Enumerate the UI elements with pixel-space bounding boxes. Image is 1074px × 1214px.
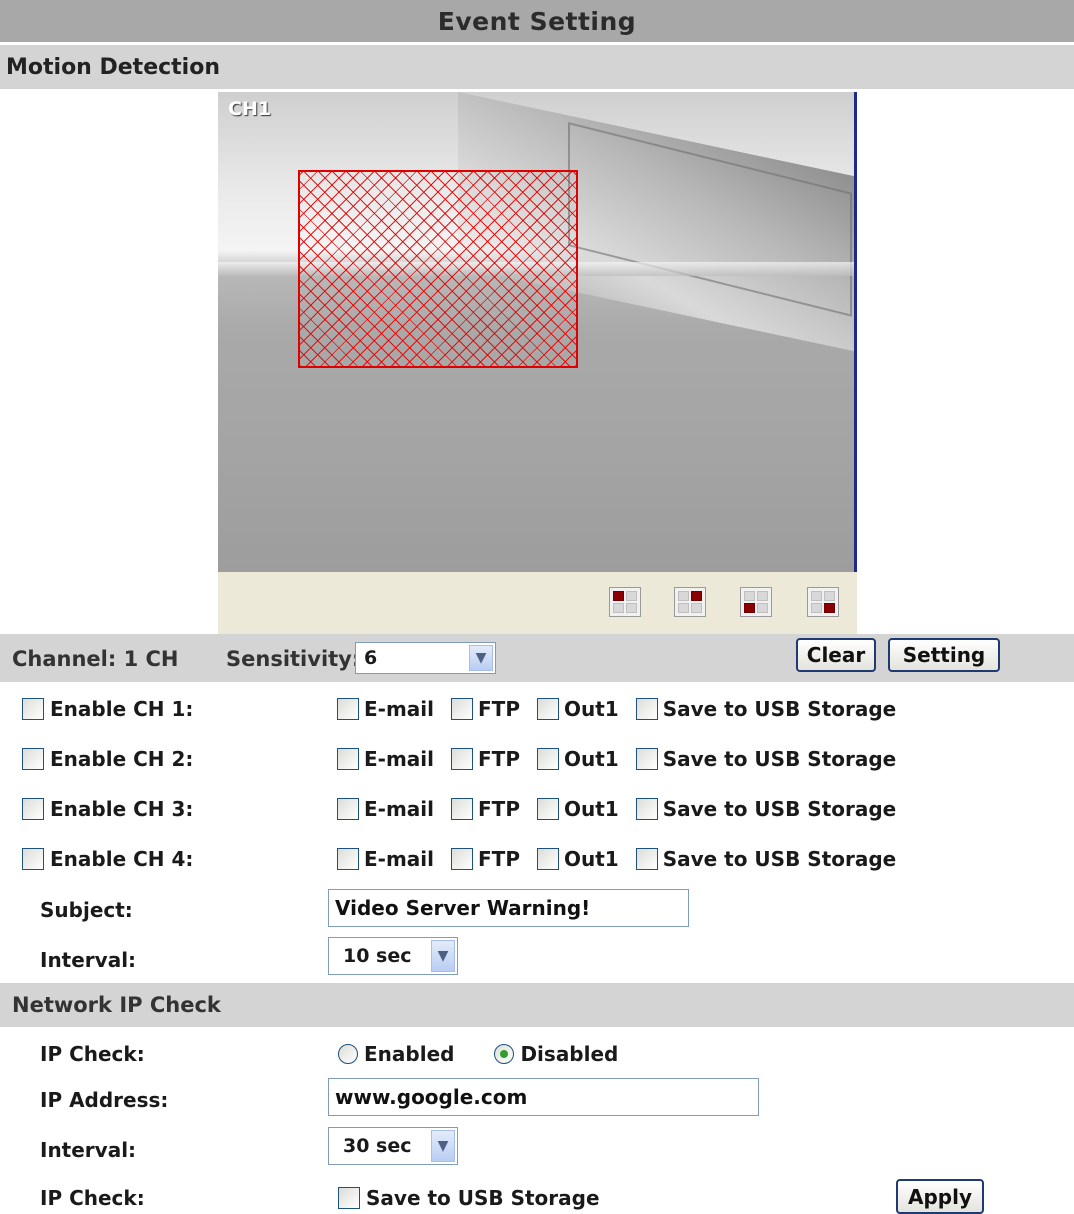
enabled-radio[interactable] [338, 1044, 358, 1064]
usb-ch3-checkbox[interactable] [635, 798, 658, 820]
interval-select[interactable]: 10 sec ▼ [328, 937, 458, 975]
clear-button[interactable]: Clear [796, 638, 876, 672]
out1-ch1-label: Out1 [563, 697, 619, 721]
chevron-down-icon[interactable]: ▼ [469, 645, 493, 671]
ftp-ch3-checkbox[interactable] [451, 798, 474, 820]
enable-ch4-label: Enable CH 4: [50, 847, 194, 871]
ftp-ch1-label: FTP [478, 697, 520, 721]
network-ip-check-header: Network IP Check [0, 983, 1074, 1027]
subject-input[interactable]: Video Server Warning! [328, 889, 689, 927]
ftp-ch2-checkbox[interactable] [451, 748, 474, 770]
channel-row-2: Enable CH 2: [22, 747, 193, 771]
page-title: Event Setting [0, 0, 1074, 42]
ip-check-options: Enabled Disabled [338, 1042, 618, 1066]
sensitivity-select[interactable]: 6 ▼ [355, 642, 496, 674]
motion-detection-title: Motion Detection [6, 54, 220, 80]
email-ch4-checkbox[interactable] [337, 848, 359, 870]
disabled-label: Disabled [520, 1042, 619, 1066]
out1-ch4-label: Out1 [563, 847, 619, 871]
chevron-down-icon[interactable]: ▼ [431, 1130, 455, 1162]
ftp-ch4-checkbox[interactable] [451, 848, 474, 870]
channel-row-4-actions: E-mail FTP Out1 Save to USB Storage [337, 847, 896, 871]
usb-ch1-label: Save to USB Storage [662, 697, 897, 721]
apply-button[interactable]: Apply [896, 1179, 984, 1214]
network-interval-select[interactable]: 30 sec ▼ [328, 1127, 458, 1165]
network-interval-label: Interval: [40, 1138, 137, 1162]
usb-ch1-checkbox[interactable] [635, 698, 658, 720]
usb-ch4-checkbox[interactable] [635, 848, 658, 870]
ftp-ch2-label: FTP [478, 747, 520, 771]
out1-ch2-checkbox[interactable] [536, 748, 559, 770]
ip-address-input[interactable]: www.google.com [328, 1078, 759, 1116]
ftp-ch3-label: FTP [478, 797, 520, 821]
quadrant-bottom-right-button[interactable] [807, 587, 839, 617]
interval-label: Interval: [40, 948, 137, 972]
subject-label: Subject: [40, 898, 133, 922]
email-ch4-label: E-mail [364, 847, 435, 871]
email-ch3-checkbox[interactable] [337, 798, 359, 820]
motion-detection-area[interactable] [298, 170, 578, 368]
out1-ch2-label: Out1 [563, 747, 619, 771]
ip-check-usb-label: IP Check: [40, 1186, 145, 1210]
quadrant-bottom-left-button[interactable] [740, 587, 772, 617]
radio-selected-dot [500, 1050, 509, 1058]
page-title-text: Event Setting [437, 6, 637, 36]
quadrant-top-right-button[interactable] [674, 587, 706, 617]
out1-ch4-checkbox[interactable] [536, 848, 559, 870]
usb-ch3-label: Save to USB Storage [662, 797, 897, 821]
channel-row-2-actions: E-mail FTP Out1 Save to USB Storage [337, 747, 896, 771]
channel-row-3: Enable CH 3: [22, 797, 193, 821]
sensitivity-value: 6 [364, 647, 378, 669]
enable-ch3-label: Enable CH 3: [50, 797, 194, 821]
quadrant-top-left-button[interactable] [609, 587, 641, 617]
usb-ch2-checkbox[interactable] [635, 748, 658, 770]
out1-ch3-label: Out1 [563, 797, 619, 821]
enable-ch1-label: Enable CH 1: [50, 697, 194, 721]
enable-ch2-checkbox[interactable] [22, 748, 44, 770]
email-ch2-label: E-mail [364, 747, 435, 771]
usb-ch4-label: Save to USB Storage [662, 847, 897, 871]
channel-row-1: Enable CH 1: [22, 697, 193, 721]
out1-ch3-checkbox[interactable] [536, 798, 559, 820]
ftp-ch4-label: FTP [478, 847, 520, 871]
video-preview[interactable]: CH1 [218, 92, 857, 572]
ip-check-usb-checkbox[interactable] [338, 1187, 360, 1209]
motion-detection-header: Motion Detection [0, 45, 1074, 89]
sensitivity-label: Sensitivity: [226, 647, 361, 671]
network-interval-value: 30 sec [343, 1135, 412, 1157]
channel-row-1-actions: E-mail FTP Out1 Save to USB Storage [337, 697, 896, 721]
video-channel-label: CH1 [228, 98, 272, 120]
out1-ch1-checkbox[interactable] [536, 698, 559, 720]
email-ch3-label: E-mail [364, 797, 435, 821]
channel-row-4: Enable CH 4: [22, 847, 193, 871]
ftp-ch1-checkbox[interactable] [451, 698, 474, 720]
chevron-down-icon[interactable]: ▼ [431, 940, 455, 972]
enabled-label: Enabled [364, 1042, 455, 1066]
enable-ch1-checkbox[interactable] [22, 698, 44, 720]
interval-value: 10 sec [343, 945, 412, 967]
email-ch2-checkbox[interactable] [337, 748, 359, 770]
ip-check-usb-text: Save to USB Storage [366, 1186, 600, 1210]
channel-toolbar: Channel: 1 CH Sensitivity: 6 ▼ Clear Set… [0, 634, 1074, 682]
disabled-radio[interactable] [494, 1044, 515, 1064]
channel-label: Channel: 1 CH [12, 647, 179, 671]
ip-check-usb-option: Save to USB Storage [338, 1186, 600, 1210]
enable-ch3-checkbox[interactable] [22, 798, 44, 820]
enable-ch4-checkbox[interactable] [22, 848, 44, 870]
email-ch1-label: E-mail [364, 697, 435, 721]
enable-ch2-label: Enable CH 2: [50, 747, 194, 771]
quadrant-toolbar [218, 572, 857, 634]
ip-address-label: IP Address: [40, 1088, 169, 1112]
channel-row-3-actions: E-mail FTP Out1 Save to USB Storage [337, 797, 896, 821]
usb-ch2-label: Save to USB Storage [662, 747, 897, 771]
network-ip-check-title: Network IP Check [12, 993, 221, 1017]
email-ch1-checkbox[interactable] [337, 698, 359, 720]
ip-check-label: IP Check: [40, 1042, 145, 1066]
setting-button[interactable]: Setting [888, 638, 1000, 672]
